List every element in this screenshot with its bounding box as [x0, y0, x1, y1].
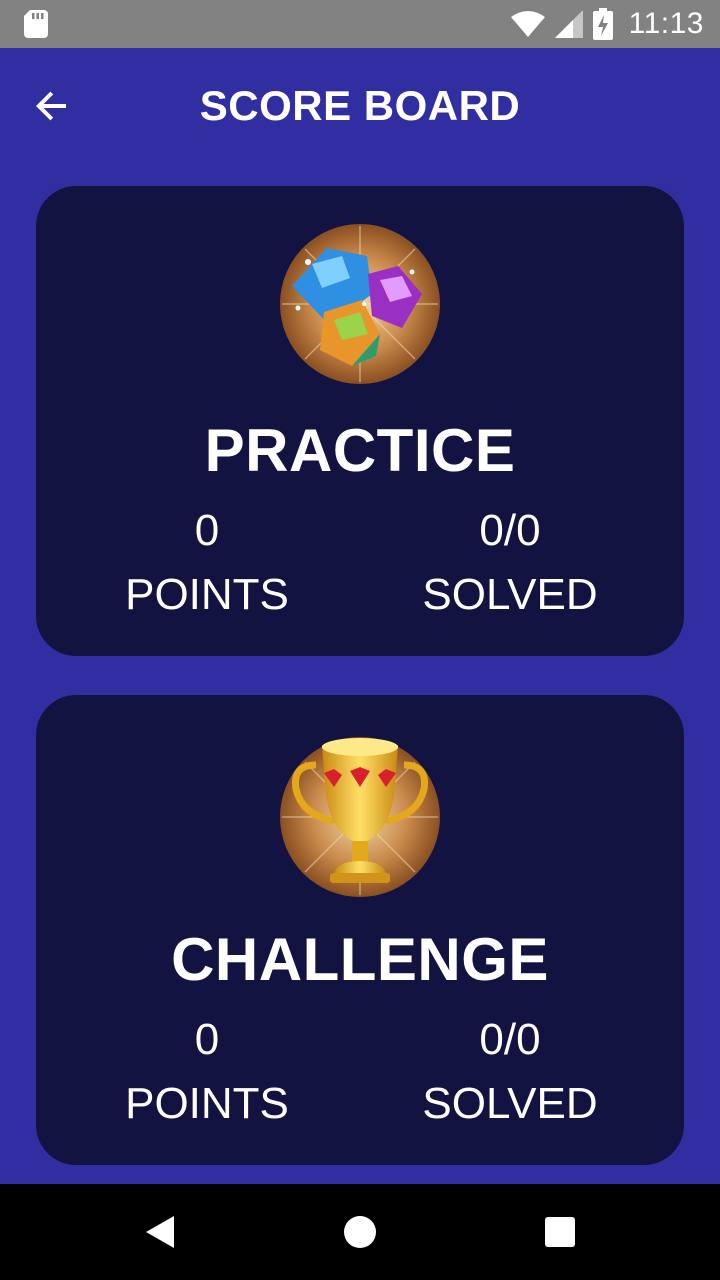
points-label: POINTS — [125, 570, 289, 619]
gems-icon — [280, 224, 440, 384]
solved-value: 0/0 — [479, 506, 541, 555]
practice-card[interactable]: PRACTICE 0 POINTS 0/0 SOLVED — [36, 186, 684, 656]
battery-icon — [592, 8, 613, 40]
page-title: SCORE BOARD — [199, 82, 521, 129]
solved-value: 0/0 — [479, 1015, 541, 1064]
nav-back-icon[interactable] — [136, 1208, 184, 1256]
nav-home-icon[interactable] — [336, 1208, 384, 1256]
card-title: CHALLENGE — [171, 926, 549, 993]
card-title: PRACTICE — [204, 417, 516, 484]
trophy-icon — [280, 737, 440, 897]
solved-label: SOLVED — [422, 1079, 598, 1128]
nav-recents-icon[interactable] — [536, 1208, 584, 1256]
points-value: 0 — [194, 1015, 220, 1064]
challenge-card[interactable]: CHALLENGE 0 POINTS 0/0 SOLVED — [36, 695, 684, 1165]
points-label: POINTS — [125, 1079, 289, 1128]
signal-icon — [554, 10, 583, 38]
points-value: 0 — [194, 506, 220, 555]
points-stat: 0 POINTS — [57, 506, 357, 620]
solved-stat: 0/0 SOLVED — [360, 506, 660, 620]
status-bar: 11:13 — [0, 0, 720, 48]
solved-stat: 0/0 SOLVED — [360, 1015, 660, 1129]
navigation-bar — [0, 1184, 720, 1280]
status-icons: 11:13 — [510, 0, 704, 48]
solved-label: SOLVED — [422, 570, 598, 619]
clock: 11:13 — [628, 7, 704, 40]
sd-card-icon — [24, 10, 48, 38]
points-stat: 0 POINTS — [57, 1015, 357, 1129]
wifi-icon — [510, 11, 545, 37]
app-bar: SCORE BOARD — [0, 48, 720, 164]
